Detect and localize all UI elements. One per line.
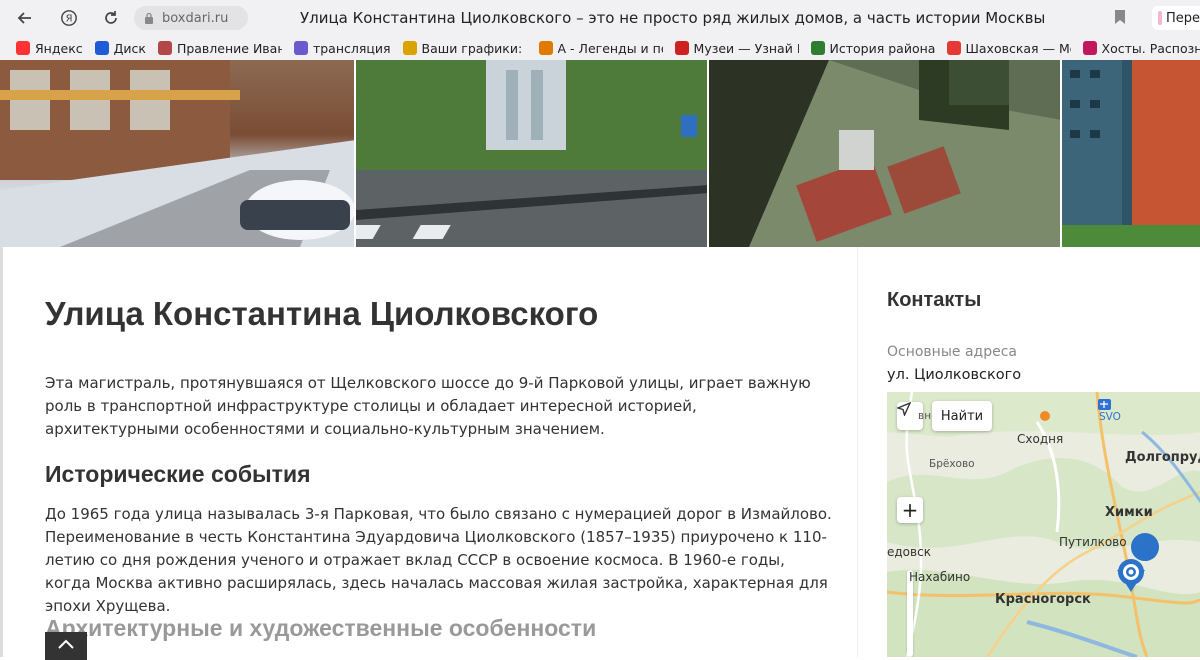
bookmark-item[interactable]: Ваши графики: ве xyxy=(402,40,527,56)
history-paragraph: До 1965 года улица называлась 3-я Парков… xyxy=(45,505,832,615)
map-label-krasnogorsk: Красногорск xyxy=(995,592,1091,607)
map-find-button[interactable]: Найти xyxy=(932,401,992,431)
photo-aerial-yard xyxy=(709,60,1062,247)
url-text: boxdari.ru xyxy=(162,10,229,26)
chevron-up-icon xyxy=(58,639,74,649)
bookmark-label: Диск xyxy=(113,40,146,56)
side-tab-label: Пере xyxy=(1165,10,1200,26)
stream-icon xyxy=(293,41,308,55)
article: Улица Константина Циолковского Эта магис… xyxy=(0,247,857,660)
yandex-button[interactable]: Я xyxy=(54,3,84,33)
yandex-icon xyxy=(16,41,30,55)
reload-icon xyxy=(105,11,117,24)
map-label-skhodnya: Сходня xyxy=(1017,432,1064,446)
svg-text:Я: Я xyxy=(66,14,73,25)
bookmark-label: Музеи — Узнай М xyxy=(693,40,799,56)
reload-button[interactable] xyxy=(96,3,126,33)
sidebar: Контакты Основные адреса ул. Циолковског… xyxy=(857,247,1200,657)
bookmark-label: Шаховская — Мо xyxy=(965,40,1071,56)
bookmark-label: Ваши графики: ве xyxy=(421,40,527,56)
contacts-title: Контакты xyxy=(887,289,982,311)
tab-badge-icon xyxy=(1158,11,1162,25)
bookmark-item[interactable]: Музеи — Узнай М xyxy=(674,40,799,56)
browser-toolbar: Я boxdari.ru Улица Константина Циолковск… xyxy=(0,0,1200,36)
locate-arrow-icon xyxy=(897,402,911,416)
photo-banner xyxy=(0,60,1200,247)
photo-summer-street xyxy=(356,60,709,247)
bookmark-label: трансляция xyxy=(312,40,391,56)
bookmark-label: Правление Ивана xyxy=(176,40,282,56)
photo-winter-street xyxy=(0,60,356,247)
disk-icon xyxy=(94,41,109,55)
key-icon xyxy=(402,41,417,55)
intro-paragraph: Эта магистраль, протянувшаяся от Щелковс… xyxy=(45,374,811,438)
legend-icon xyxy=(538,41,553,55)
map-label-edovsk: едовск xyxy=(887,545,931,559)
lock-icon xyxy=(145,12,153,24)
architecture-heading: Архитектурные и художественные особеннос… xyxy=(45,615,597,641)
bookmark-item[interactable]: Диск xyxy=(94,40,146,56)
bookmark-item[interactable]: Хосты. Распознае xyxy=(1082,40,1200,56)
metro-marker-icon xyxy=(1040,411,1050,421)
scroll-to-top-button[interactable] xyxy=(45,632,87,660)
hosts-icon xyxy=(1082,41,1097,55)
map-label-svo: SVO xyxy=(1099,411,1121,423)
article-title: Улица Константина Циолковского xyxy=(45,295,599,332)
bookmark-label: Яндекс xyxy=(35,40,83,56)
history-heading: Исторические события xyxy=(45,461,311,487)
history-icon xyxy=(810,41,825,55)
addresses-subtitle: Основные адреса xyxy=(887,344,1017,360)
map-label-putilkovo: Путилково xyxy=(1059,535,1127,549)
arrow-left-icon xyxy=(17,12,31,24)
address-text: ул. Циолковского xyxy=(887,367,1022,383)
bookmarks-bar: Яндекс Диск Правление Ивана трансляция Ваши … xyxy=(0,36,1200,60)
bookmark-label: Хосты. Распознае xyxy=(1101,40,1200,56)
zoom-in-button[interactable]: + xyxy=(897,497,923,523)
museum-icon xyxy=(674,41,689,55)
bookmark-item[interactable]: Правление Ивана xyxy=(157,40,282,56)
back-button[interactable] xyxy=(10,3,40,33)
map-label-nakhabino: Нахабино xyxy=(909,570,971,584)
board-icon xyxy=(157,41,172,55)
map-label-khimki: Химки xyxy=(1105,505,1153,520)
page-title-bar: Улица Константина Циолковского – это не … xyxy=(300,9,1046,27)
bookmark-item[interactable]: трансляция xyxy=(293,40,391,56)
bookmark-item[interactable]: Шаховская — Мо xyxy=(946,40,1071,56)
address-bar[interactable]: boxdari.ru xyxy=(134,6,248,30)
map-label-vn: вн xyxy=(918,410,932,422)
photo-highrise xyxy=(1062,60,1200,247)
bookmark-label: А - Легенды и пов xyxy=(557,40,663,56)
bookmark-item[interactable]: История района xyxy=(810,40,935,56)
bookmark-label: История района xyxy=(829,40,935,56)
bookmark-icon[interactable] xyxy=(1113,9,1127,25)
bookmark-item[interactable]: Яндекс xyxy=(16,41,83,56)
yandex-logo-icon: Я xyxy=(61,10,77,26)
map-label-brekhovo: Брёхово xyxy=(929,458,975,470)
shakhovskaya-icon xyxy=(946,41,961,55)
side-tab[interactable]: Пере xyxy=(1152,6,1200,30)
bookmark-item[interactable]: А - Легенды и пов xyxy=(538,40,663,56)
map[interactable]: вн Найти + SVO Сходня Брёхово Долгопруд … xyxy=(887,392,1200,657)
map-label-dolgoprudny: Долгопруд xyxy=(1125,450,1200,465)
